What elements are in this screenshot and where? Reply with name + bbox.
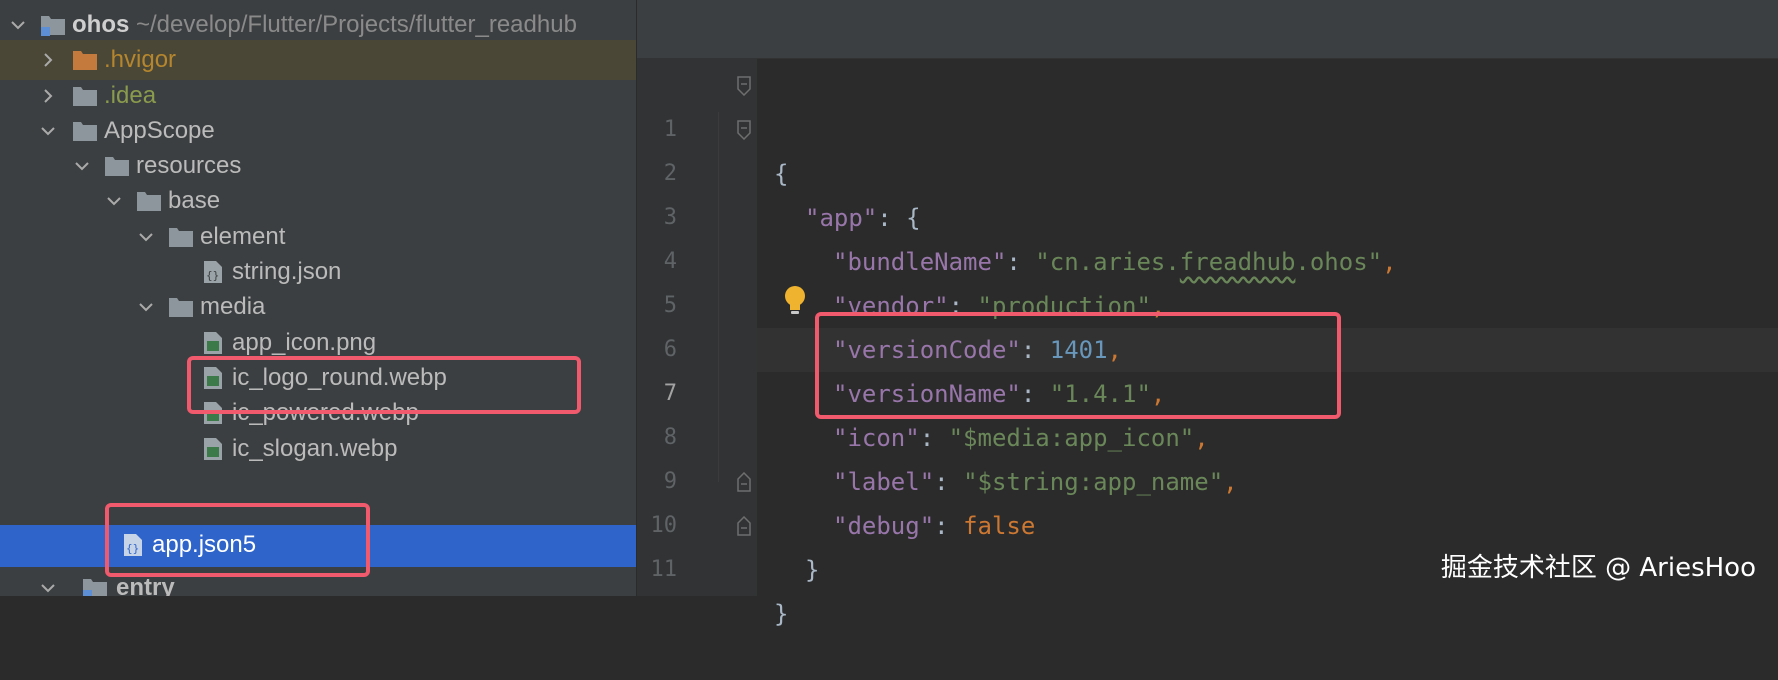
tree-item-string-json[interactable]: {} string.json <box>0 252 636 292</box>
folder-icon <box>136 189 162 213</box>
chevron-down-icon[interactable] <box>36 111 60 151</box>
tree-item-label: .idea <box>104 82 157 109</box>
tree-item-idea[interactable]: .idea <box>0 76 636 116</box>
module-folder-icon <box>82 576 108 596</box>
chevron-down-icon[interactable] <box>134 217 158 257</box>
annotation-box-app-icon <box>187 356 581 414</box>
tree-item-label: media <box>200 293 266 320</box>
editor-tab-bar <box>637 0 1778 59</box>
json-file-icon: {} <box>200 260 226 284</box>
tree-item-base[interactable]: base <box>0 181 636 221</box>
chevron-down-icon[interactable] <box>70 146 94 186</box>
tree-item-label: base <box>168 187 221 214</box>
tree-item-label: AppScope <box>104 117 215 144</box>
module-folder-icon <box>40 13 66 37</box>
code-line-3: 3 "bundleName": "cn.aries.freadhub.ohos"… <box>637 152 1778 276</box>
code-line-5: 5 "versionCode": 1401, <box>637 240 1778 364</box>
fold-open-icon[interactable] <box>737 76 751 96</box>
root-folder-name: ohos <box>72 11 130 38</box>
code-line-11: 11 } <box>637 504 1778 628</box>
tree-item-media[interactable]: media <box>0 287 636 327</box>
tree-item-label: ic_slogan.webp <box>232 435 398 462</box>
tree-item-resources[interactable]: resources <box>0 146 636 186</box>
chevron-down-icon[interactable] <box>134 287 158 327</box>
fold-open-icon[interactable] <box>737 120 751 140</box>
annotation-box-app-json5 <box>105 503 370 577</box>
tree-item-ohos[interactable]: ohos ~/develop/Flutter/Projects/flutter_… <box>0 5 636 45</box>
code-line-4: 4 "vendor": "production", <box>637 196 1778 320</box>
tree-item-appscope[interactable]: AppScope <box>0 111 636 151</box>
folder-icon <box>168 295 194 319</box>
image-file-icon <box>200 437 226 461</box>
chevron-down-icon[interactable] <box>102 181 126 221</box>
chevron-right-icon[interactable] <box>36 76 60 116</box>
folder-icon <box>104 154 130 178</box>
code-editor[interactable]: 1 { 2 "app": { 3 "bundleName": "cn.aries… <box>637 0 1778 628</box>
chevron-down-icon[interactable] <box>6 5 30 45</box>
fold-close-icon[interactable] <box>737 516 751 536</box>
root-folder-path: ~/develop/Flutter/Projects/flutter_readh… <box>136 11 577 38</box>
watermark-text: 掘金技术社区 @ AriesHoo <box>1440 553 1756 583</box>
tree-item-label: element <box>200 223 286 250</box>
code-token: } <box>774 600 789 628</box>
code-line-1: 1 { <box>637 64 1778 188</box>
tree-item-element[interactable]: element <box>0 217 636 257</box>
annotation-box-icon-label <box>815 312 1341 419</box>
chevron-right-icon[interactable] <box>36 40 60 80</box>
folder-icon <box>72 119 98 143</box>
line-number: 11 <box>650 557 678 582</box>
folder-icon <box>72 48 98 72</box>
chevron-down-icon[interactable] <box>36 568 60 596</box>
tree-item-label: resources <box>136 152 242 179</box>
folder-icon <box>168 225 194 249</box>
code-line-9: 9 "debug": false <box>637 416 1778 540</box>
tree-item-label: .hvigor <box>104 46 177 73</box>
image-file-icon <box>200 331 226 355</box>
svg-text:{}: {} <box>206 269 219 282</box>
code-token: } <box>805 556 820 584</box>
tree-item-hvigor[interactable]: .hvigor <box>0 40 636 80</box>
fold-close-icon[interactable] <box>737 472 751 492</box>
tree-item-ic-slogan[interactable]: ic_slogan.webp <box>0 429 636 469</box>
lightbulb-icon[interactable] <box>781 284 809 318</box>
folder-icon <box>72 84 98 108</box>
tree-item-label: string.json <box>232 258 342 285</box>
code-line-10: 10 } <box>637 460 1778 584</box>
code-line-2: 2 "app": { <box>637 108 1778 232</box>
